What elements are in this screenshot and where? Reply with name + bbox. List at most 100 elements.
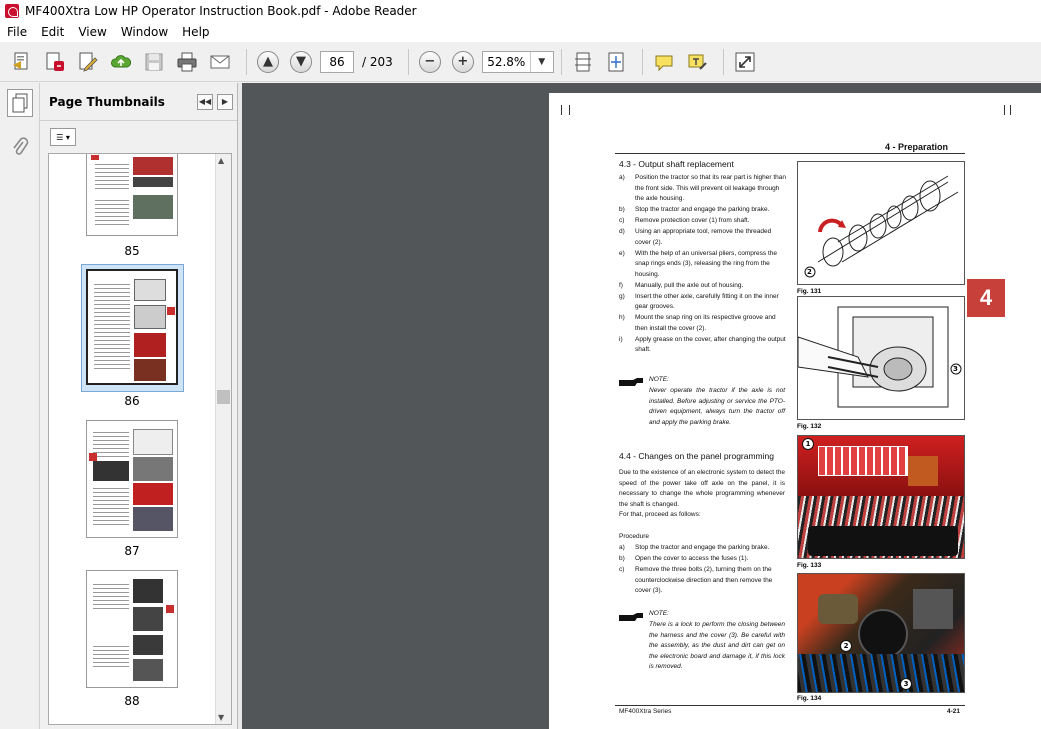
thumbnail-page-87[interactable]: [86, 420, 178, 538]
expand-panel-button[interactable]: ▶: [217, 93, 233, 110]
zoom-in-button[interactable]: +: [449, 48, 477, 76]
step-text: Open the cover to access the fuses (1).: [635, 555, 749, 562]
convert-pdf-button[interactable]: [41, 48, 69, 76]
zoom-out-button[interactable]: −: [416, 48, 444, 76]
crop-mark: [1010, 105, 1011, 115]
panel-header: Page Thumbnails ◀◀ ▶: [40, 83, 237, 121]
figure-131-drawing: 2: [797, 161, 965, 285]
scroll-down-icon[interactable]: ▼: [218, 713, 224, 722]
scroll-mode-button[interactable]: [569, 48, 597, 76]
comment-button[interactable]: [650, 48, 678, 76]
page-thumbnails-panel: Page Thumbnails ◀◀ ▶ ☰ ▾ 85 86 87 88 ▲ ▼: [40, 83, 238, 729]
crop-mark: [569, 105, 570, 115]
highlight-button[interactable]: [683, 48, 711, 76]
plus-icon: +: [451, 50, 474, 73]
step-text: Stop the tractor and engage the parking …: [635, 544, 770, 551]
step-text: Mount the snap ring on its respective gr…: [635, 314, 776, 332]
toolbar-separator: [722, 48, 724, 75]
printer-icon: [177, 52, 197, 71]
next-page-button[interactable]: ▼: [287, 48, 315, 76]
figure-133-caption: Fig. 133: [797, 562, 822, 569]
step-letter: b): [619, 206, 625, 213]
menu-bar: File Edit View Window Help: [0, 22, 1041, 42]
scrollbar-thumb[interactable]: [217, 390, 230, 404]
callout: 3: [900, 678, 912, 690]
upload-cloud-button[interactable]: [107, 48, 135, 76]
figure-134-caption: Fig. 134: [797, 695, 822, 702]
envelope-icon: [210, 55, 230, 68]
toolbar-separator: [560, 48, 562, 75]
cloud-upload-icon: [111, 54, 132, 67]
options-list-icon: ☰ ▾: [56, 132, 70, 142]
thumbnail-page-86[interactable]: [86, 269, 178, 385]
callout: 3: [953, 365, 958, 373]
step-letter: i): [619, 335, 623, 343]
paperclip-icon: [13, 137, 29, 155]
callout: 1: [802, 438, 814, 450]
figure-134-photo: 2 3: [797, 573, 965, 693]
highlighter-icon: [688, 54, 707, 70]
thumbnail-options-button[interactable]: ☰ ▾: [50, 128, 76, 146]
note-2-label: NOTE:: [649, 610, 669, 617]
scroll-page-icon: [574, 52, 591, 71]
thumbnail-scrollbar[interactable]: ▲ ▼: [215, 154, 231, 724]
step-text: Remove protection cover (1) from shaft.: [635, 217, 750, 224]
step-letter: f): [619, 281, 623, 289]
save-button[interactable]: [140, 48, 168, 76]
callout: 2: [840, 640, 852, 652]
full-screen-button[interactable]: [731, 48, 759, 76]
navigation-pane-strip: [0, 83, 40, 729]
attachments-tab[interactable]: [9, 135, 31, 159]
thumbnail-list[interactable]: 85 86 87 88 ▲ ▼: [48, 153, 232, 725]
step-letter: e): [619, 249, 625, 257]
callout: 2: [807, 268, 812, 276]
step-letter: a): [619, 174, 625, 181]
email-button[interactable]: [206, 48, 234, 76]
toolbar: ▲ ▼ 86 / 203 − + 52.8% ▼: [0, 42, 1041, 82]
menu-help[interactable]: Help: [175, 25, 216, 39]
panel-title: Page Thumbnails: [49, 94, 165, 109]
heading-4-3: 4.3 - Output shaft replacement: [619, 159, 734, 169]
menu-window[interactable]: Window: [114, 25, 175, 39]
edit-pdf-button[interactable]: [74, 48, 102, 76]
toolbar-separator: [246, 48, 247, 75]
create-pdf-button[interactable]: [8, 48, 36, 76]
thumbnail-label: 86: [124, 394, 140, 408]
step-text: Apply grease on the cover, after changin…: [635, 335, 786, 354]
footer-rule: [615, 705, 965, 706]
section-header: 4 - Preparation: [885, 142, 949, 152]
edit-pencil-icon: [79, 52, 98, 72]
figure-132-drawing: 3: [797, 296, 965, 420]
step-text: Using an appropriate tool, remove the th…: [635, 228, 772, 246]
chevron-right-icon: ▶: [221, 97, 229, 106]
intro-4-4: Due to the existence of an electronic sy…: [619, 469, 785, 508]
print-button[interactable]: [173, 48, 201, 76]
thumbnail-page-85[interactable]: [86, 154, 178, 236]
page-number-input[interactable]: 86: [320, 50, 354, 73]
expand-icon: [735, 52, 755, 71]
collapse-panel-button[interactable]: ◀◀: [197, 93, 213, 110]
thumbnail-page-88[interactable]: [86, 570, 178, 688]
figure-133-photo: 1: [797, 435, 965, 559]
step-letter: a): [619, 544, 625, 551]
footer-page-number: 4-21: [947, 708, 961, 715]
previous-page-button[interactable]: ▲: [254, 48, 282, 76]
footer-series: MF400Xtra Series: [619, 708, 672, 715]
chevron-down-icon: ▼: [538, 56, 546, 67]
fit-page-button[interactable]: [602, 48, 630, 76]
page-thumbnails-tab[interactable]: [7, 89, 33, 117]
step-letter: b): [619, 555, 625, 562]
chapter-tab: 4: [967, 279, 1005, 317]
toolbar-separator: [641, 48, 643, 75]
menu-view[interactable]: View: [71, 25, 113, 39]
step-letter: c): [619, 566, 625, 573]
comment-bubble-icon: [655, 55, 673, 71]
scroll-up-icon[interactable]: ▲: [218, 156, 224, 165]
arrow-down-icon: ▼: [290, 50, 312, 73]
procedure-label: Procedure: [619, 533, 649, 540]
zoom-select[interactable]: 52.8% ▼: [481, 50, 554, 73]
pointing-hand-icon: [619, 611, 643, 621]
step-text: Stop the tractor and engage the parking …: [635, 206, 770, 213]
menu-edit[interactable]: Edit: [34, 25, 71, 39]
menu-file[interactable]: File: [0, 25, 34, 39]
